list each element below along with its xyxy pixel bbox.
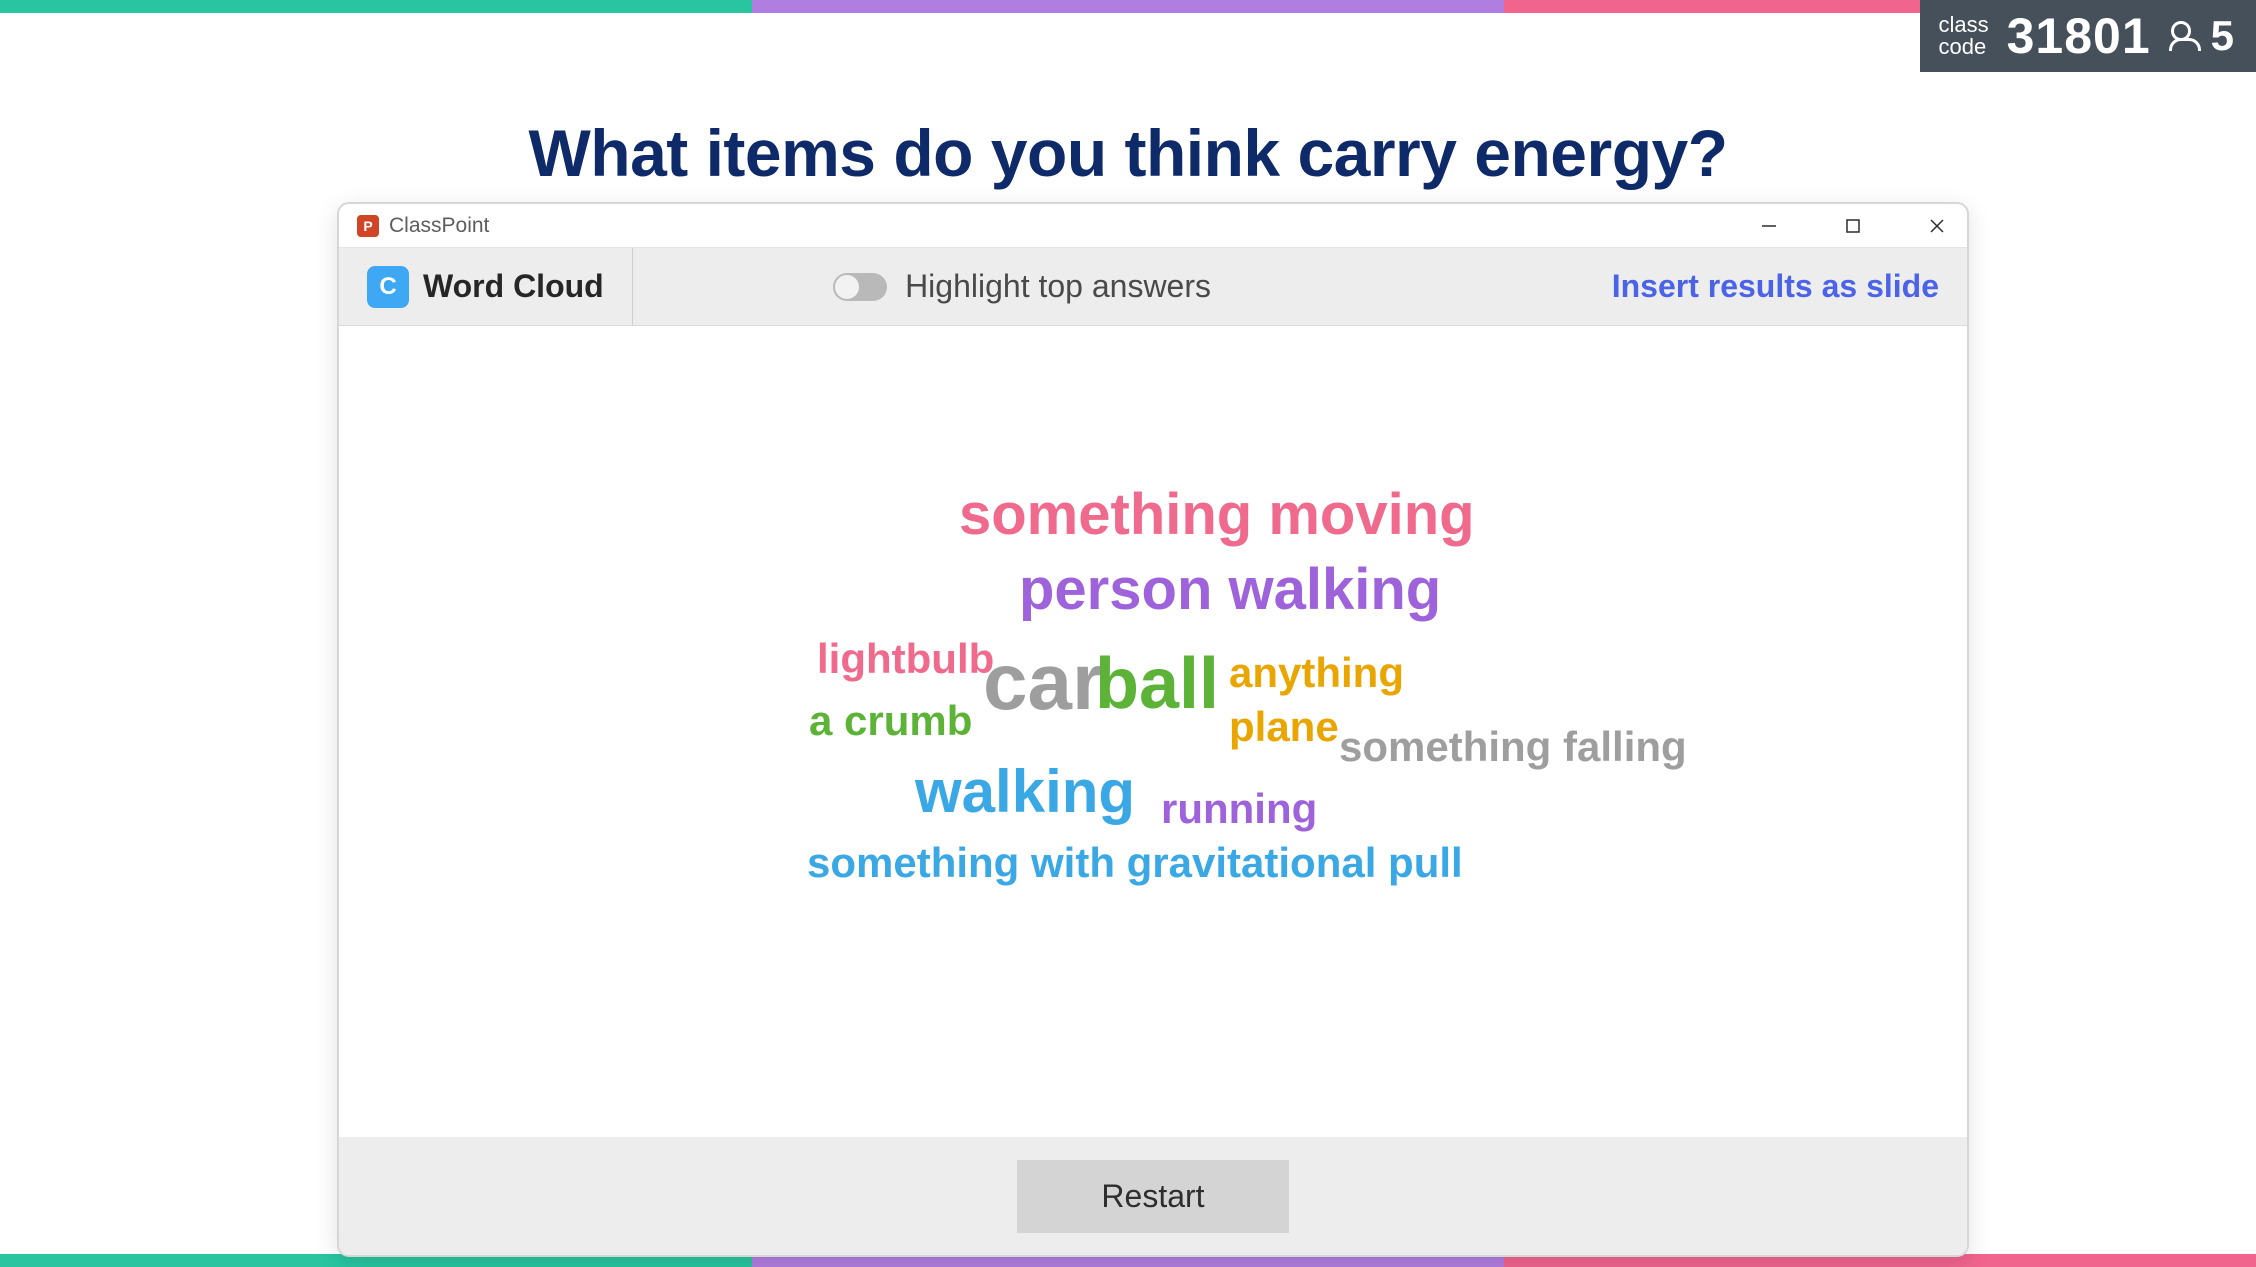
classpoint-dialog: ClassPoint C Word Cloud Highlight top an… <box>337 202 1969 1257</box>
highlight-toggle-group: Highlight top answers <box>833 268 1211 305</box>
classpoint-icon: C <box>367 266 409 308</box>
dialog-app-name: ClassPoint <box>389 214 489 238</box>
class-code-badge[interactable]: class code 31801 5 <box>1920 0 2256 72</box>
dialog-footer: Restart <box>339 1137 1967 1255</box>
close-button[interactable] <box>1925 214 1949 238</box>
activity-mode-label: Word Cloud <box>423 268 604 305</box>
activity-mode: C Word Cloud <box>367 248 633 325</box>
word-cloud-word[interactable]: ball <box>1095 648 1219 720</box>
minimize-button[interactable] <box>1757 214 1781 238</box>
word-cloud-word[interactable]: plane <box>1229 706 1339 748</box>
word-cloud-word[interactable]: person walking <box>1019 561 1441 619</box>
dialog-toolbar: C Word Cloud Highlight top answers Inser… <box>339 248 1967 326</box>
highlight-label: Highlight top answers <box>905 268 1211 305</box>
stripe-purple <box>752 0 1504 13</box>
word-cloud-word[interactable]: something falling <box>1339 726 1687 768</box>
word-cloud-word[interactable]: running <box>1161 788 1317 830</box>
word-cloud-word[interactable]: anything <box>1229 652 1404 694</box>
insert-results-button[interactable]: Insert results as slide <box>1612 268 1939 305</box>
class-label-line2: code <box>1938 36 1988 58</box>
word-cloud-word[interactable]: car <box>983 642 1103 722</box>
word-cloud-canvas: something moving person walking lightbulbc… <box>339 326 1967 1137</box>
window-controls <box>1757 214 1949 238</box>
word-cloud-word[interactable]: lightbulb <box>817 638 994 680</box>
stripe-teal <box>0 0 752 13</box>
word-cloud-word[interactable]: something with gravitational pull <box>807 842 1463 884</box>
top-color-stripe <box>0 0 2256 13</box>
word-cloud-word[interactable]: a crumb <box>809 700 972 742</box>
class-label-line1: class <box>1938 14 1988 36</box>
highlight-toggle[interactable] <box>833 273 887 301</box>
word-cloud-word[interactable]: walking <box>915 762 1135 822</box>
powerpoint-icon <box>357 215 379 237</box>
word-cloud-word[interactable]: something moving <box>959 486 1475 544</box>
class-code-value: 31801 <box>2007 7 2151 65</box>
maximize-button[interactable] <box>1841 214 1865 238</box>
participant-count: 5 <box>2169 12 2234 60</box>
slide-headline: What items do you think carry energy? <box>0 115 2256 191</box>
people-icon <box>2169 21 2203 51</box>
participant-count-value: 5 <box>2211 12 2234 60</box>
restart-button[interactable]: Restart <box>1017 1160 1288 1233</box>
class-code-label: class code <box>1938 14 1988 58</box>
dialog-titlebar: ClassPoint <box>339 204 1967 248</box>
